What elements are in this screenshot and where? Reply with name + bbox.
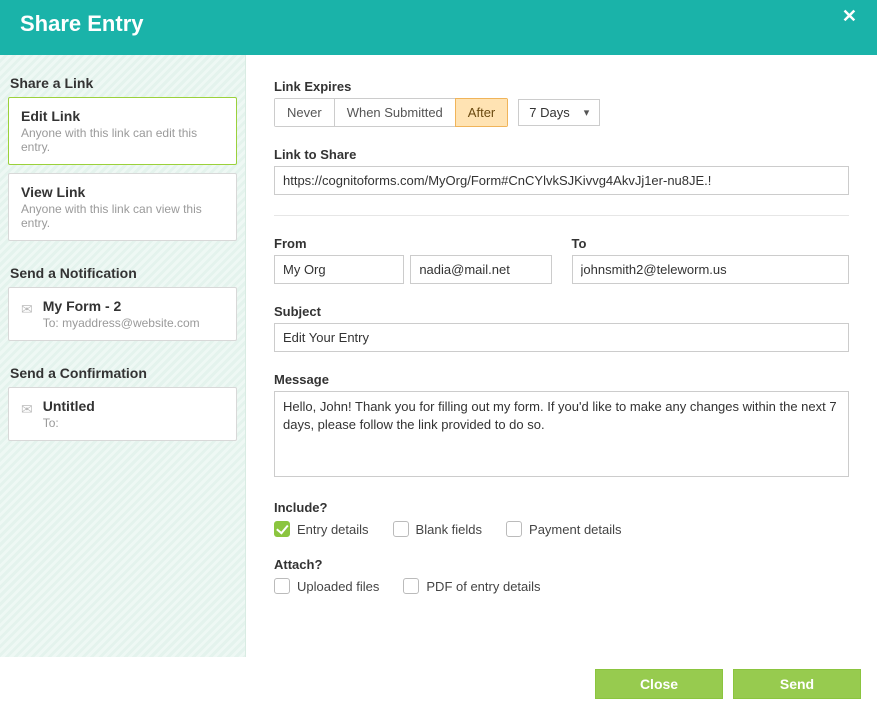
checkbox-label: Blank fields	[416, 522, 482, 537]
send-button[interactable]: Send	[733, 669, 861, 699]
attach-row: Attach? Uploaded files PDF of entry deta…	[274, 557, 849, 594]
close-icon[interactable]: ✕	[842, 6, 857, 27]
sidebar: Share a Link Edit Link Anyone with this …	[0, 55, 246, 657]
subject-input[interactable]	[274, 323, 849, 352]
link-share-label: Link to Share	[274, 147, 849, 162]
sidebar-item-edit-link[interactable]: Edit Link Anyone with this link can edit…	[8, 97, 237, 165]
expiry-when-submitted-button[interactable]: When Submitted	[334, 98, 456, 127]
subject-label: Subject	[274, 304, 849, 319]
modal-footer: Close Send	[0, 657, 877, 711]
checkbox-icon	[274, 578, 290, 594]
checkbox-icon	[403, 578, 419, 594]
expiry-after-button[interactable]: After	[455, 98, 508, 127]
sidebar-item-confirmation[interactable]: ✉ Untitled To:	[8, 387, 237, 441]
sidebar-item-view-link[interactable]: View Link Anyone with this link can view…	[8, 173, 237, 241]
modal-title: Share Entry	[20, 11, 144, 37]
modal-header: Share Entry ✕	[0, 0, 877, 55]
chevron-down-icon: ▾	[584, 106, 590, 119]
expiry-segmented-control: Never When Submitted After	[274, 98, 508, 127]
from-org-input[interactable]	[274, 255, 404, 284]
message-row: Message	[274, 372, 849, 480]
checkbox-label: Entry details	[297, 522, 369, 537]
from-label: From	[274, 236, 552, 251]
link-share-row: Link to Share	[274, 147, 849, 195]
send-notification-heading: Send a Notification	[10, 265, 237, 281]
modal-body: Share a Link Edit Link Anyone with this …	[0, 55, 877, 657]
expiry-never-button[interactable]: Never	[274, 98, 335, 127]
expiry-duration-value: 7 Days	[529, 105, 569, 120]
main-panel: Link Expires Never When Submitted After …	[246, 55, 877, 657]
share-link-heading: Share a Link	[10, 75, 237, 91]
from-to-row: From To	[274, 236, 849, 284]
include-payment-details-checkbox[interactable]: Payment details	[506, 521, 622, 537]
include-entry-details-checkbox[interactable]: Entry details	[274, 521, 369, 537]
from-email-input[interactable]	[410, 255, 551, 284]
card-subtitle: To: myaddress@website.com	[43, 316, 200, 330]
card-title: Edit Link	[21, 108, 224, 124]
include-label: Include?	[274, 500, 849, 515]
to-input[interactable]	[572, 255, 850, 284]
message-textarea[interactable]	[274, 391, 849, 477]
link-share-input[interactable]	[274, 166, 849, 195]
checkbox-icon	[393, 521, 409, 537]
include-blank-fields-checkbox[interactable]: Blank fields	[393, 521, 482, 537]
include-row: Include? Entry details Blank fields Paym…	[274, 500, 849, 537]
checkbox-icon	[274, 521, 290, 537]
subject-row: Subject	[274, 304, 849, 352]
close-button[interactable]: Close	[595, 669, 723, 699]
send-confirmation-heading: Send a Confirmation	[10, 365, 237, 381]
attach-label: Attach?	[274, 557, 849, 572]
sidebar-item-notification[interactable]: ✉ My Form - 2 To: myaddress@website.com	[8, 287, 237, 341]
card-title: Untitled	[43, 398, 95, 414]
expiry-duration-select[interactable]: 7 Days ▾	[518, 99, 600, 126]
link-expires-row: Link Expires Never When Submitted After …	[274, 79, 849, 127]
checkbox-label: PDF of entry details	[426, 579, 540, 594]
card-subtitle: To:	[43, 416, 95, 430]
envelope-icon: ✉	[21, 401, 33, 418]
attach-pdf-checkbox[interactable]: PDF of entry details	[403, 578, 540, 594]
checkbox-label: Uploaded files	[297, 579, 379, 594]
link-expires-label: Link Expires	[274, 79, 849, 94]
share-entry-modal: Share Entry ✕ Share a Link Edit Link Any…	[0, 0, 877, 711]
divider	[274, 215, 849, 216]
envelope-icon: ✉	[21, 301, 33, 318]
message-label: Message	[274, 372, 849, 387]
checkbox-icon	[506, 521, 522, 537]
card-title: My Form - 2	[43, 298, 200, 314]
checkbox-label: Payment details	[529, 522, 622, 537]
card-subtitle: Anyone with this link can edit this entr…	[21, 126, 224, 154]
card-subtitle: Anyone with this link can view this entr…	[21, 202, 224, 230]
to-label: To	[572, 236, 850, 251]
card-title: View Link	[21, 184, 224, 200]
attach-uploaded-files-checkbox[interactable]: Uploaded files	[274, 578, 379, 594]
